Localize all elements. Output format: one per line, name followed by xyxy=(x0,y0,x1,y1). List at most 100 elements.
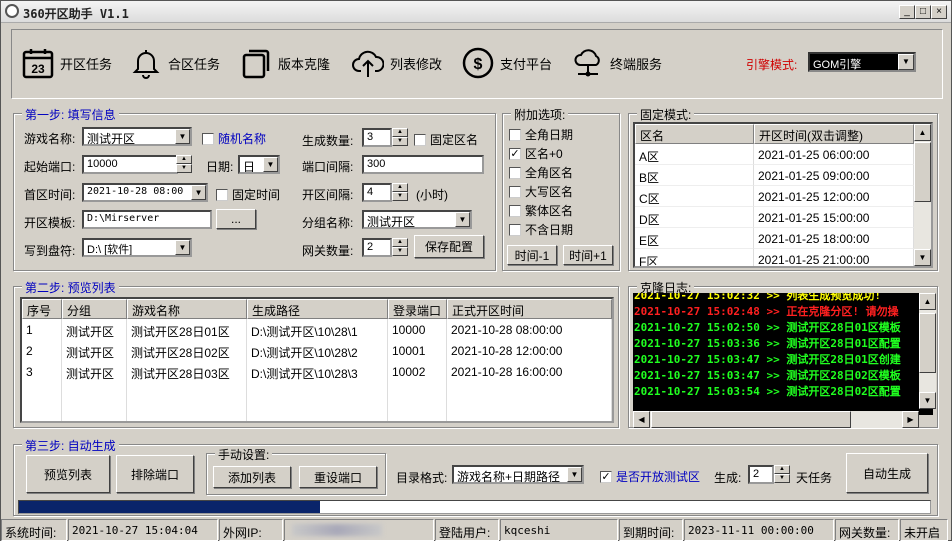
extra-option-checkbox[interactable]: ✓ 区名+0 xyxy=(509,145,563,162)
toolbar-payment-button[interactable]: $ 支付平台 xyxy=(462,46,552,80)
scroll-right-button[interactable]: ▶ xyxy=(902,411,919,428)
save-config-button[interactable]: 保存配置 xyxy=(414,235,484,258)
gen-days-input[interactable]: 2 xyxy=(748,465,774,484)
chevron-down-icon[interactable]: ▼ xyxy=(455,212,470,227)
maximize-button[interactable]: □ xyxy=(915,5,931,19)
preview-list-button[interactable]: 预览列表 xyxy=(26,455,110,493)
drive-select[interactable]: D:\ [软件] ▼ xyxy=(82,238,192,257)
minimize-button[interactable]: _ xyxy=(899,5,915,19)
template-path-input[interactable]: D:\Mirserver xyxy=(82,210,212,229)
table-row[interactable]: 1 测试开区 测试开区28日01区 D:\测试开区\10\28\1 10000 2021-… xyxy=(22,319,612,340)
open-gap-input[interactable]: 4 xyxy=(362,183,392,202)
engine-mode-select[interactable]: GOM引擎 ▼ xyxy=(808,52,916,72)
chevron-down-icon[interactable]: ▼ xyxy=(175,129,190,144)
exclude-port-button[interactable]: 排除端口 xyxy=(116,455,194,493)
table-row[interactable]: A区 2021-01-25 06:00:00 xyxy=(635,144,915,165)
extra-option-checkbox[interactable]: 繁体区名 xyxy=(509,202,573,219)
scroll-down-button[interactable]: ▼ xyxy=(919,392,936,409)
checkbox-box[interactable] xyxy=(509,223,521,236)
scroll-down-button[interactable]: ▼ xyxy=(914,249,931,266)
time-plus-button[interactable]: 时间+1 xyxy=(563,245,613,265)
fixed-mode-scrollbar[interactable]: ▲ ▼ xyxy=(914,124,931,266)
chevron-down-icon[interactable]: ▼ xyxy=(567,467,582,482)
first-time-picker[interactable]: 2021-10-28 08:00 ▼ xyxy=(82,183,208,202)
column-header[interactable]: 生成路径 xyxy=(247,299,388,319)
table-row[interactable]: 2 测试开区 测试开区28日02区 D:\测试开区\10\28\2 10001 2021-… xyxy=(22,340,612,361)
port-gap-input[interactable]: 300 xyxy=(362,155,484,174)
date-select[interactable]: 日 ▼ xyxy=(238,155,280,174)
dir-format-select[interactable]: 游戏名称+日期路径 ▼ xyxy=(452,465,584,484)
scroll-thumb[interactable] xyxy=(914,142,931,202)
game-name-label: 游戏名称: xyxy=(24,132,76,146)
column-header[interactable]: 序号 xyxy=(22,299,62,319)
table-row[interactable]: D区 2021-01-25 15:00:00 xyxy=(635,207,915,228)
checkbox-box[interactable]: ✓ xyxy=(600,470,612,483)
random-name-checkbox[interactable]: 随机名称 xyxy=(202,130,266,147)
gen-count-spinner[interactable]: ▲ ▼ xyxy=(392,128,408,147)
fixed-zone-checkbox[interactable]: 固定区名 xyxy=(414,131,478,148)
checkbox-box[interactable] xyxy=(509,185,521,198)
gateway-count-spinner[interactable]: ▲ ▼ xyxy=(392,238,408,257)
gateway-count-input[interactable]: 2 xyxy=(362,238,392,257)
table-cell: 2 xyxy=(22,340,62,361)
table-row[interactable]: C区 2021-01-25 12:00:00 xyxy=(635,186,915,207)
column-divider xyxy=(611,319,612,421)
column-header[interactable]: 区名 xyxy=(635,124,754,144)
preview-table[interactable]: 序号 分组 游戏名称 生成路径 登录端口 正式开区时间 1 测试开区 测试开区28日… xyxy=(20,297,614,423)
start-port-spinner[interactable]: ▲ ▼ xyxy=(176,155,192,174)
table-row[interactable]: F区 2021-01-25 21:00:00 xyxy=(635,249,915,266)
checkbox-box[interactable] xyxy=(509,128,521,141)
column-header[interactable]: 登录端口 xyxy=(388,299,447,319)
extra-option-checkbox[interactable]: 不含日期 xyxy=(509,221,573,238)
group-name-select[interactable]: 测试开区 ▼ xyxy=(362,210,472,229)
start-port-input[interactable]: 10000 xyxy=(82,155,178,174)
chevron-down-icon[interactable]: ▼ xyxy=(263,157,278,172)
extra-option-checkbox[interactable]: 全角日期 xyxy=(509,126,573,143)
checkbox-box[interactable] xyxy=(509,204,521,217)
extra-option-checkbox[interactable]: 大写区名 xyxy=(509,183,573,200)
column-header[interactable]: 游戏名称 xyxy=(127,299,247,319)
column-header[interactable]: 正式开区时间 xyxy=(447,299,612,319)
checkbox-box[interactable] xyxy=(509,166,521,179)
time-minus-button[interactable]: 时间-1 xyxy=(507,245,557,265)
scroll-left-button[interactable]: ◀ xyxy=(633,411,650,428)
scroll-up-button[interactable]: ▲ xyxy=(914,124,931,141)
browse-template-button[interactable]: ... xyxy=(216,209,256,229)
checkbox-box[interactable] xyxy=(414,133,426,146)
reset-port-button[interactable]: 重设端口 xyxy=(299,466,377,488)
gen-days-spinner[interactable]: ▲ ▼ xyxy=(774,465,790,484)
checkbox-box[interactable]: ✓ xyxy=(509,147,521,160)
fixed-time-checkbox[interactable]: 固定时间 xyxy=(216,186,280,203)
open-test-zone-checkbox[interactable]: ✓ 是否开放测试区 xyxy=(600,468,700,485)
add-list-button[interactable]: 添加列表 xyxy=(213,466,291,488)
checkbox-box[interactable] xyxy=(216,188,228,201)
toolbar-clone-button[interactable]: 版本克隆 xyxy=(240,46,330,80)
table-row[interactable]: E区 2021-01-25 18:00:00 xyxy=(635,228,915,249)
chevron-down-icon[interactable]: ▼ xyxy=(175,240,190,255)
toolbar-open-task-button[interactable]: 23 开区任务 xyxy=(22,46,112,80)
chevron-down-icon[interactable]: ▼ xyxy=(191,185,206,200)
toolbar-merge-task-button[interactable]: 合区任务 xyxy=(130,46,220,80)
close-button[interactable]: × xyxy=(931,5,947,19)
log-vertical-scrollbar[interactable]: ▲ ▼ xyxy=(919,293,936,409)
open-test-zone-label: 是否开放测试区 xyxy=(616,470,701,484)
extra-option-checkbox[interactable]: 全角区名 xyxy=(509,164,573,181)
gen-count-input[interactable]: 3 xyxy=(362,128,392,147)
checkbox-box[interactable] xyxy=(202,132,214,145)
open-gap-spinner[interactable]: ▲ ▼ xyxy=(392,183,408,202)
fixed-mode-table[interactable]: 区名 开区时间(双击调整) A区 2021-01-25 06:00:00 B区 202… xyxy=(633,122,933,268)
scroll-up-button[interactable]: ▲ xyxy=(919,293,936,310)
table-row[interactable]: 3 测试开区 测试开区28日03区 D:\测试开区\10\28\3 10002 2021-… xyxy=(22,361,612,382)
column-header[interactable]: 开区时间(双击调整) xyxy=(754,124,914,144)
toolbar-list-edit-button[interactable]: 列表修改 xyxy=(352,46,442,80)
toolbar-terminal-button[interactable]: 终端服务 xyxy=(572,46,662,80)
chevron-down-icon[interactable]: ▼ xyxy=(898,54,914,70)
table-row[interactable]: B区 2021-01-25 09:00:00 xyxy=(635,165,915,186)
game-name-select[interactable]: 测试开区 ▼ xyxy=(82,127,192,146)
clone-log-console[interactable]: 2021-10-27 15:02:32 >> 列表生成预览成功! 2021-10-… xyxy=(633,293,933,415)
scroll-thumb[interactable] xyxy=(919,313,936,373)
auto-generate-button[interactable]: 自动生成 xyxy=(846,453,928,493)
scroll-thumb[interactable] xyxy=(651,411,851,428)
column-header[interactable]: 分组 xyxy=(62,299,127,319)
log-horizontal-scrollbar[interactable]: ◀ ▶ xyxy=(633,411,919,428)
